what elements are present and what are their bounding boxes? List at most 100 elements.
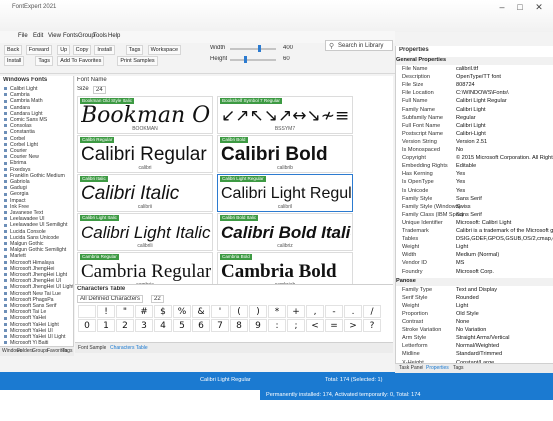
sidebar-tab-tags[interactable]: Tags — [62, 348, 73, 354]
character-cell[interactable]: + — [287, 305, 305, 318]
menu-item-file[interactable]: File — [18, 33, 28, 39]
font-list-item[interactable]: Georgia — [4, 191, 28, 197]
font-list-item[interactable]: Microsoft Sans Serif — [4, 303, 56, 309]
font-list-item[interactable]: Ink Free — [4, 204, 29, 210]
font-sample-card[interactable]: Bookman Old Style ItalicBookman Old Styl… — [77, 96, 213, 134]
row2-print-samples-button[interactable]: Print Samples — [117, 56, 158, 66]
character-cell[interactable]: ; — [287, 319, 305, 332]
font-list-item[interactable]: Marlett — [4, 253, 26, 259]
font-list-item[interactable]: Cambria Math — [4, 98, 43, 104]
font-list-item[interactable]: Lucida Sans Unicode — [4, 235, 59, 241]
properties-tab-properties[interactable]: Properties — [426, 365, 449, 371]
font-list-item[interactable]: Consolas — [4, 123, 32, 129]
width-slider[interactable] — [230, 48, 276, 50]
font-list-item[interactable]: Courier New — [4, 154, 39, 160]
row1-up-button[interactable]: Up — [57, 45, 71, 55]
font-list-item[interactable]: Microsoft Tai Le — [4, 309, 46, 315]
character-cell[interactable]: 4 — [154, 319, 172, 332]
character-cell[interactable]: 5 — [173, 319, 191, 332]
font-sample-card[interactable]: Bookshelf Symbol 7 Regular ↙↗↖↘↗↔↘≁≡ BSSYM… — [217, 96, 353, 134]
properties-tab-tags[interactable]: Tags — [453, 365, 464, 371]
character-cell[interactable]: ! — [97, 305, 115, 318]
character-cell[interactable]: & — [192, 305, 210, 318]
font-list-item[interactable]: Microsoft Himalaya — [4, 260, 54, 266]
font-list-item[interactable]: Microsoft YaHei UI Light — [4, 334, 65, 340]
font-list-item[interactable]: Microsoft JhengHei UI — [4, 278, 61, 284]
character-cell[interactable]: - — [325, 305, 343, 318]
character-cell[interactable]: " — [116, 305, 134, 318]
search-input[interactable]: ⚲ Search in Library — [325, 40, 393, 51]
character-cell[interactable]: > — [344, 319, 362, 332]
character-cell[interactable]: # — [135, 305, 153, 318]
font-sample-card[interactable]: Calibri Regular Calibri Regular calibri — [77, 135, 213, 173]
row2-install-button[interactable]: Install — [4, 56, 25, 66]
menu-item-view[interactable]: View — [48, 33, 61, 39]
height-slider[interactable] — [230, 59, 276, 61]
font-list-item[interactable]: Gabriola — [4, 179, 30, 185]
sidebar-tab-groups[interactable]: Groups — [32, 348, 48, 354]
maximize-icon[interactable]: □ — [514, 2, 526, 12]
font-list-item[interactable]: Corbel — [4, 136, 25, 142]
character-cell[interactable]: / — [363, 305, 381, 318]
character-cell[interactable]: 9 — [249, 319, 267, 332]
font-list-item[interactable]: Javanese Text — [4, 210, 43, 216]
font-list-item[interactable]: Malgun Gothic Semilight — [4, 247, 66, 253]
font-list-item[interactable]: Microsoft JhengHei UI Light — [4, 284, 73, 290]
font-list-item[interactable]: Microsoft New Tai Lue — [4, 291, 61, 297]
font-sample-card[interactable]: Cambria RegularCambria Regularcambria — [77, 252, 213, 284]
font-list-item[interactable]: Ebrima — [4, 160, 26, 166]
font-sample-card[interactable]: Calibri Bold Italic Calibri Bold Italic ca… — [217, 213, 353, 251]
row2-tags-button[interactable]: Tags — [35, 56, 54, 66]
font-list-item[interactable]: Comic Sans MS — [4, 117, 47, 123]
close-icon[interactable]: ✕ — [533, 2, 545, 12]
tab-characters-table[interactable]: Characters Table — [110, 345, 148, 351]
font-list-item[interactable]: Microsoft YaHei Light — [4, 322, 59, 328]
character-cell[interactable]: 7 — [211, 319, 229, 332]
general-properties-section[interactable]: General Properties — [396, 57, 553, 65]
character-cell[interactable]: % — [173, 305, 191, 318]
font-sample-card[interactable]: Calibri Light Italic Calibri Light Italic… — [77, 213, 213, 251]
font-list-item[interactable]: Candara — [4, 105, 30, 111]
character-cell[interactable]: ' — [211, 305, 229, 318]
font-list-item[interactable]: Gadugi — [4, 185, 27, 191]
row2-add-to-favorites-button[interactable]: Add To Favorites — [57, 56, 105, 66]
character-cell[interactable]: , — [306, 305, 324, 318]
font-list-item[interactable]: Fixedsys — [4, 167, 30, 173]
font-list-item[interactable]: Microsoft YaHei — [4, 315, 46, 321]
menu-item-tools[interactable]: Tools — [93, 33, 107, 39]
menu-item-fonts[interactable]: Fonts — [63, 33, 78, 39]
height-slider-thumb[interactable] — [244, 56, 247, 63]
size-value[interactable]: 24 — [93, 86, 106, 94]
width-slider-thumb[interactable] — [258, 45, 261, 52]
font-list-item[interactable]: Candara Light — [4, 111, 43, 117]
font-list-item[interactable]: Calibri Light — [4, 86, 37, 92]
character-cell[interactable]: < — [306, 319, 324, 332]
font-sample-card[interactable]: Calibri Italic Calibri Italic calibrii — [77, 174, 213, 212]
character-filter-dropdown[interactable]: All Defined Characters — [77, 295, 144, 303]
row1-copy-button[interactable]: Copy — [72, 45, 92, 55]
character-cell[interactable]: 2 — [116, 319, 134, 332]
font-list-item[interactable]: Corbel Light — [4, 142, 38, 148]
font-list-item[interactable]: Microsoft JhengHei Light — [4, 272, 67, 278]
character-cell[interactable]: ( — [230, 305, 248, 318]
row1-install-button[interactable]: Install — [94, 45, 115, 55]
character-cell[interactable]: ) — [249, 305, 267, 318]
row1-back-button[interactable]: Back — [4, 45, 23, 55]
font-list-item[interactable]: Microsoft PhagsPa — [4, 297, 54, 303]
font-list-item[interactable]: Constantia — [4, 129, 35, 135]
properties-tab-task-panel[interactable]: Task Panel — [399, 365, 423, 371]
character-cell[interactable]: 6 — [192, 319, 210, 332]
font-sample-card[interactable]: Calibri Bold Calibri Bold calibrib — [217, 135, 353, 173]
character-cell[interactable]: . — [344, 305, 362, 318]
character-cell[interactable]: $ — [154, 305, 172, 318]
character-cell[interactable] — [78, 305, 96, 318]
character-cell[interactable]: ? — [363, 319, 381, 332]
tab-font-sample[interactable]: Font Sample — [78, 345, 106, 351]
font-list-item[interactable]: Microsoft JhengHei — [4, 266, 54, 272]
font-list-item[interactable]: Malgun Gothic — [4, 241, 43, 247]
row1-tags-button[interactable]: Tags — [125, 45, 144, 55]
font-sample-card[interactable]: Calibri Light Regular Calibri Light Regul… — [217, 174, 353, 212]
character-cell[interactable]: 0 — [78, 319, 96, 332]
row1-workspace-button[interactable]: Workspace — [147, 45, 182, 55]
font-sample-card[interactable]: Cambria BoldCambria Boldcambriab — [217, 252, 353, 284]
